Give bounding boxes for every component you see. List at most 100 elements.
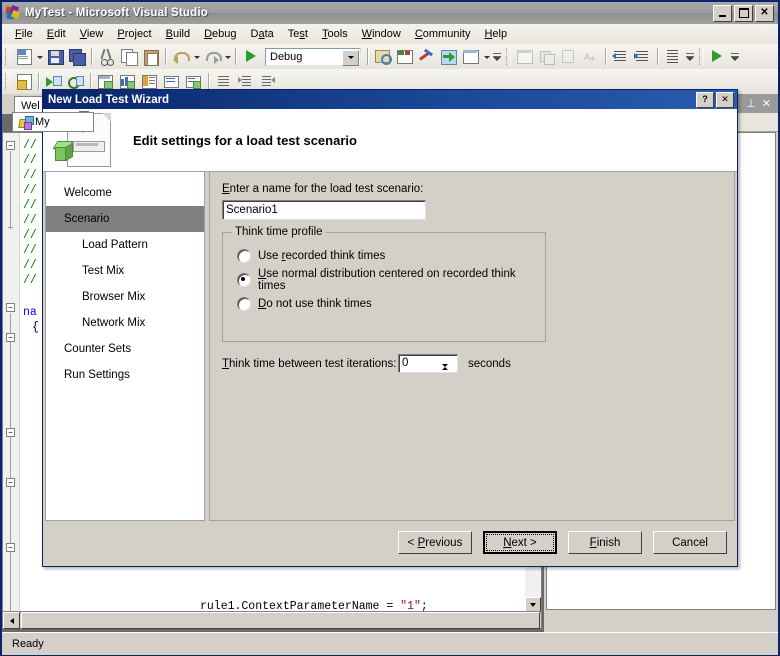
format-document-icon[interactable] xyxy=(662,46,684,67)
toolbar-grip[interactable] xyxy=(699,48,704,65)
scrollbar-thumb[interactable] xyxy=(21,612,540,629)
redo-dropdown-icon[interactable] xyxy=(223,46,232,67)
save-icon[interactable] xyxy=(44,46,66,67)
wizard-step-network-mix[interactable]: Network Mix xyxy=(46,310,204,336)
command-dropdown-icon[interactable] xyxy=(482,46,491,67)
wizard-step-test-mix[interactable]: Test Mix xyxy=(46,258,204,284)
menu-item-community[interactable]: Community xyxy=(408,26,478,42)
new-load-test-wizard-dialog: New Load Test Wizard ? ✕ Edit settings f… xyxy=(42,89,738,567)
outlining-margin[interactable]: − − − − − − xyxy=(3,133,20,611)
chevron-down-icon[interactable] xyxy=(342,50,359,66)
previous-button[interactable]: < Previous xyxy=(398,531,472,554)
maximize-button[interactable] xyxy=(734,5,753,22)
collapse-toggle[interactable]: − xyxy=(6,303,15,312)
toolbar-separator xyxy=(208,73,210,90)
toolbar-separator xyxy=(367,48,369,65)
new-test-icon[interactable] xyxy=(13,71,35,92)
wizard-step-load-pattern[interactable]: Load Pattern xyxy=(46,232,204,258)
toolbar-separator xyxy=(605,48,607,65)
dialog-close-button[interactable]: ✕ xyxy=(716,92,734,108)
menu-item-tools[interactable]: Tools xyxy=(315,26,355,42)
toolbar-grip[interactable] xyxy=(5,73,10,90)
decrease-indent-icon[interactable] xyxy=(610,46,632,67)
group-label: Think time profile xyxy=(232,226,326,238)
pin-icon[interactable]: ⊥ xyxy=(746,97,756,110)
menu-item-file[interactable]: File xyxy=(8,26,40,42)
think-time-radio-2[interactable]: Do not use think times xyxy=(237,295,545,313)
wizard-step-browser-mix[interactable]: Browser Mix xyxy=(46,284,204,310)
tools-options-icon[interactable] xyxy=(416,46,438,67)
menu-item-build[interactable]: Build xyxy=(159,26,197,42)
collapse-toggle[interactable]: − xyxy=(6,543,15,552)
cut-icon[interactable] xyxy=(96,46,118,67)
scenario-name-label: Enter a name for the load test scenario: xyxy=(222,183,423,195)
document-tab-label: My xyxy=(35,116,50,128)
go-to-icon[interactable] xyxy=(438,46,460,67)
document-tab-mytest[interactable]: My xyxy=(12,112,94,132)
menu-item-test[interactable]: Test xyxy=(281,26,315,42)
save-all-icon[interactable] xyxy=(66,46,88,67)
scroll-down-button[interactable] xyxy=(525,597,541,612)
cancel-button[interactable]: Cancel xyxy=(653,531,727,554)
next-button[interactable]: Next > xyxy=(483,531,557,554)
wizard-step-scenario[interactable]: Scenario xyxy=(46,206,204,232)
new-project-dropdown-icon[interactable] xyxy=(35,46,44,67)
dialog-title: New Load Test Wizard xyxy=(48,94,169,106)
undo-dropdown-icon[interactable] xyxy=(192,46,201,67)
visual-studio-window: MyTest - Microsoft Visual Studio ✕ FileE… xyxy=(0,0,780,656)
toolbar-overflow-button[interactable] xyxy=(684,46,696,67)
toolbar-overflow-button[interactable] xyxy=(729,46,741,67)
copy-icon[interactable] xyxy=(118,46,140,67)
scenario-name-input[interactable] xyxy=(222,200,426,220)
start-debugging-icon[interactable] xyxy=(240,46,262,67)
wizard-step-list[interactable]: WelcomeScenarioLoad PatternTest MixBrows… xyxy=(45,171,205,521)
think-time-radio-1[interactable]: Use normal distribution centered on reco… xyxy=(237,271,545,289)
minimize-button[interactable] xyxy=(713,5,732,22)
radio-button[interactable] xyxy=(237,273,251,287)
stepper-value[interactable]: 0 xyxy=(399,355,442,372)
wizard-step-welcome[interactable]: Welcome xyxy=(46,180,204,206)
find-in-files-icon[interactable] xyxy=(372,46,394,67)
finish-button[interactable]: Finish xyxy=(568,531,642,554)
wizard-step-run-settings[interactable]: Run Settings xyxy=(46,362,204,388)
redo-icon[interactable] xyxy=(201,46,223,67)
think-time-radio-0[interactable]: Use recorded think times xyxy=(237,247,545,265)
toolbar-overflow-button[interactable] xyxy=(491,46,503,67)
collapse-toggle[interactable]: − xyxy=(6,428,15,437)
wizard-step-counter-sets[interactable]: Counter Sets xyxy=(46,336,204,362)
menu-item-data[interactable]: Data xyxy=(244,26,281,42)
stepper-down-button[interactable] xyxy=(442,367,457,379)
toolbar-grip[interactable] xyxy=(5,48,10,65)
close-button[interactable]: ✕ xyxy=(755,5,774,22)
standard-toolbar: Debug xyxy=(2,44,778,69)
radio-button[interactable] xyxy=(237,297,251,311)
close-icon[interactable]: ✕ xyxy=(762,97,771,110)
scroll-left-button[interactable] xyxy=(3,612,20,629)
collapse-toggle[interactable]: − xyxy=(6,333,15,342)
toolbar-grip[interactable] xyxy=(506,48,511,65)
undo-icon[interactable] xyxy=(170,46,192,67)
toolbar-separator xyxy=(90,73,92,90)
properties-window-icon[interactable] xyxy=(394,46,416,67)
dialog-title-bar: New Load Test Wizard ? ✕ xyxy=(43,90,737,109)
paste-icon[interactable] xyxy=(140,46,162,67)
command-window-icon[interactable] xyxy=(460,46,482,67)
solution-configuration-combo[interactable]: Debug xyxy=(265,48,361,66)
think-time-iterations-stepper[interactable]: 0 xyxy=(398,354,458,373)
menu-item-edit[interactable]: Edit xyxy=(40,26,73,42)
menu-item-window[interactable]: Window xyxy=(355,26,408,42)
collapse-toggle[interactable]: − xyxy=(6,141,15,150)
increase-indent-icon[interactable] xyxy=(632,46,654,67)
editor-horizontal-scrollbar[interactable] xyxy=(2,612,542,629)
new-project-icon[interactable] xyxy=(13,46,35,67)
menu-item-view[interactable]: View xyxy=(73,26,111,42)
run-tests-icon[interactable] xyxy=(707,46,729,67)
menu-item-project[interactable]: Project xyxy=(110,26,158,42)
collapse-toggle[interactable]: − xyxy=(6,478,15,487)
radio-button[interactable] xyxy=(237,249,251,263)
menu-item-debug[interactable]: Debug xyxy=(197,26,243,42)
menu-item-help[interactable]: Help xyxy=(477,26,514,42)
dialog-help-button[interactable]: ? xyxy=(696,92,714,108)
visual-studio-logo-icon xyxy=(5,5,21,21)
test-file-icon xyxy=(19,116,32,129)
